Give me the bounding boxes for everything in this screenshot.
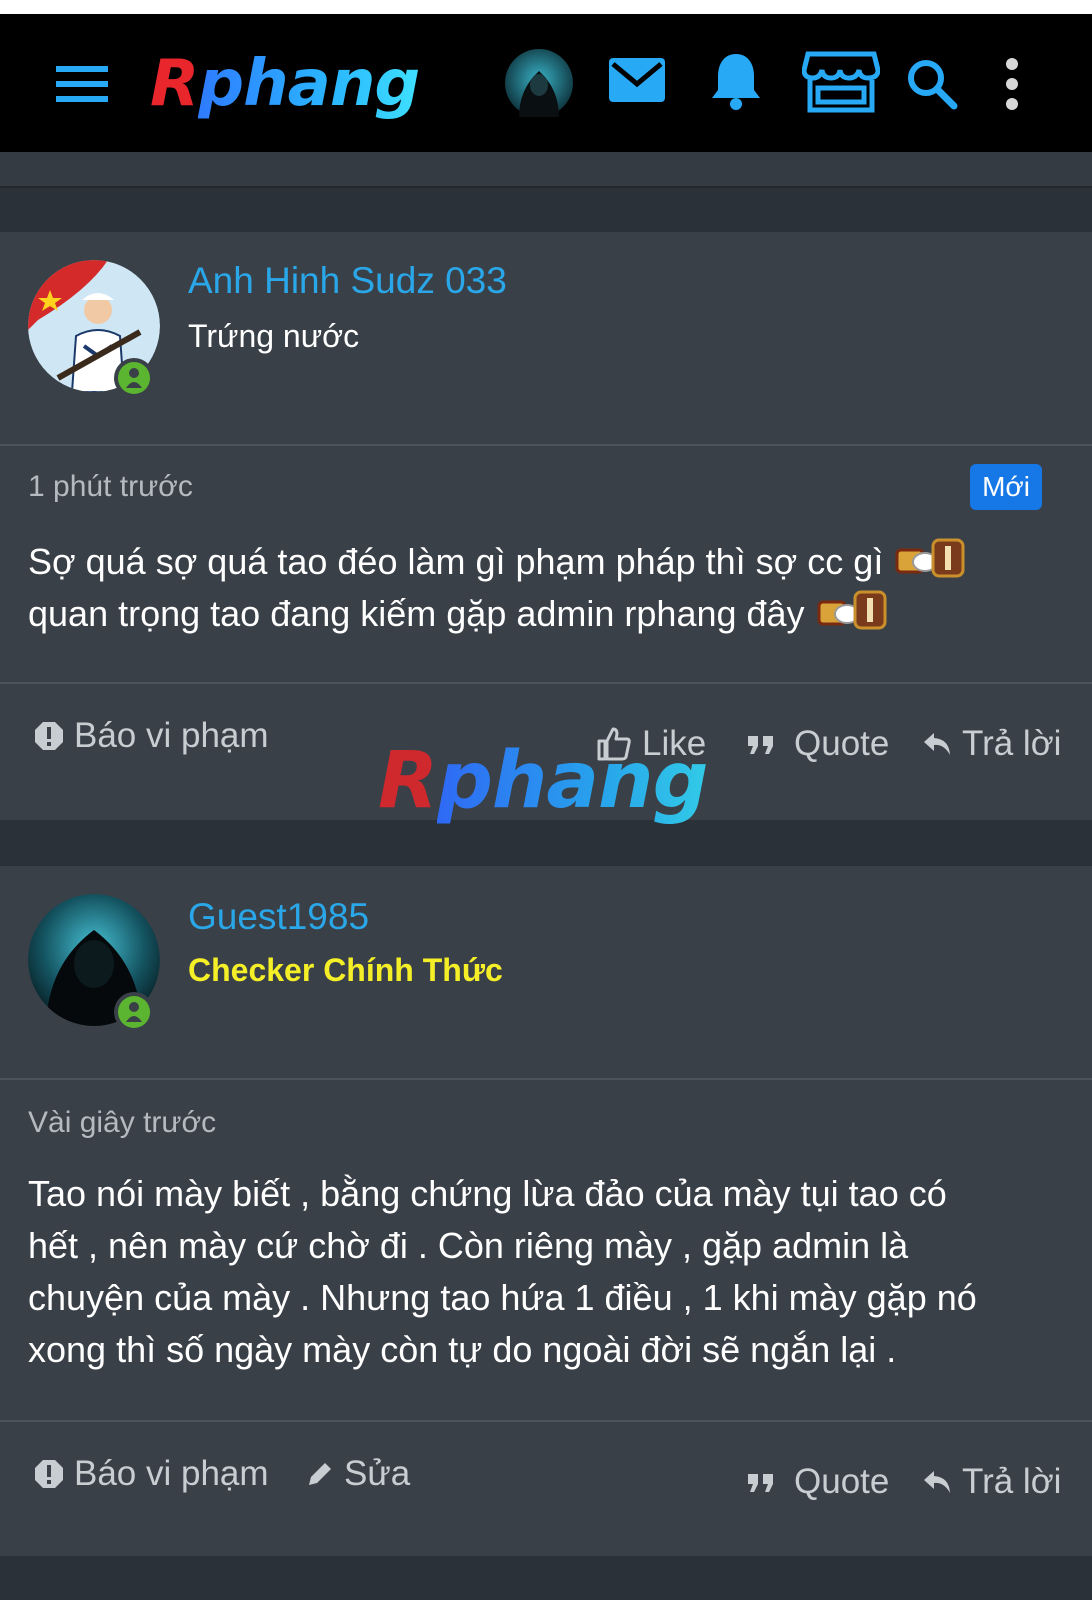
emoji-icon [817,590,887,630]
logo-initial: R [150,47,199,121]
post-actions: Báo vi phạm Sửa Quote Trả lời [0,1422,1092,1556]
watermark-initial: R [378,736,438,826]
alert-icon [35,722,63,750]
online-indicator [114,992,154,1032]
reply-label: Trả lời [962,724,1062,763]
post-time[interactable]: Vài giây trước [28,1106,216,1140]
reply-button[interactable]: Trả lời [922,1462,1061,1502]
reply-icon [924,733,950,755]
site-logo[interactable]: Rphang [150,52,420,116]
report-label: Báo vi phạm [74,1454,269,1493]
report-label: Báo vi phạm [74,716,269,755]
post-text-line: xong thì số ngày mày còn tự do ngoài đời… [28,1329,897,1370]
quote-button[interactable]: Quote [746,724,889,764]
reply-label: Trả lời [962,1462,1062,1501]
online-indicator [114,358,154,398]
avatar[interactable] [505,49,573,117]
quote-icon [748,1474,773,1492]
search-icon[interactable] [906,58,958,110]
username[interactable]: Anh Hinh Sudz 033 [188,260,507,302]
logo-text: phang [198,47,420,121]
user-title: Checker Chính Thức [188,952,503,988]
menu-icon[interactable] [56,64,110,104]
post-body: Sợ quá sợ quá tao đéo làm gì phạm pháp t… [28,536,1068,640]
emoji-icon [895,538,965,578]
post-text-line: quan trọng tao đang kiếm gặp admin rphan… [28,593,805,634]
watermark-logo: Rphang [378,742,708,820]
watermark-text: phang [437,736,708,826]
post-text-line: chuyện của mày . Nhưng tao hứa 1 điều , … [28,1277,977,1318]
post-text-line: hết , nên mày cứ chờ đi . Còn riêng mày … [28,1225,909,1266]
post-card: Guest1985 Checker Chính Thức Vài giây tr… [0,866,1092,1556]
post-card: Anh Hinh Sudz 033 Trứng nước 1 phút trướ… [0,232,1092,820]
alert-icon [35,1460,63,1488]
post-author-header: Anh Hinh Sudz 033 Trứng nước [0,232,1092,446]
edit-label: Sửa [344,1454,411,1493]
user-title: Trứng nước [188,318,360,354]
quote-label: Quote [794,1462,890,1501]
status-strip [0,0,1092,14]
reply-icon [924,1471,950,1493]
bell-icon[interactable] [710,52,762,112]
store-icon[interactable] [802,50,880,114]
new-badge: Mới [970,464,1042,510]
more-vertical-icon[interactable] [1003,56,1021,112]
post-text-line: Sợ quá sợ quá tao đéo làm gì phạm pháp t… [28,541,884,582]
mail-icon[interactable] [609,58,665,102]
pencil-icon [309,1463,331,1485]
post-text-line: Tao nói mày biết , bằng chứng lừa đảo củ… [28,1173,947,1214]
post-author-header: Guest1985 Checker Chính Thức [0,866,1092,1080]
quote-icon [748,736,773,754]
section-band [0,152,1092,188]
post-body: Tao nói mày biết , bằng chứng lừa đảo củ… [28,1168,1068,1376]
username[interactable]: Guest1985 [188,896,369,938]
quote-label: Quote [794,724,890,763]
post-time[interactable]: 1 phút trước [28,470,193,504]
top-navbar: Rphang [0,14,1092,152]
report-button[interactable]: Báo vi phạm [34,1454,269,1494]
reply-button[interactable]: Trả lời [922,724,1061,764]
report-button[interactable]: Báo vi phạm [34,716,269,756]
quote-button[interactable]: Quote [746,1462,889,1502]
edit-button[interactable]: Sửa [306,1454,410,1494]
